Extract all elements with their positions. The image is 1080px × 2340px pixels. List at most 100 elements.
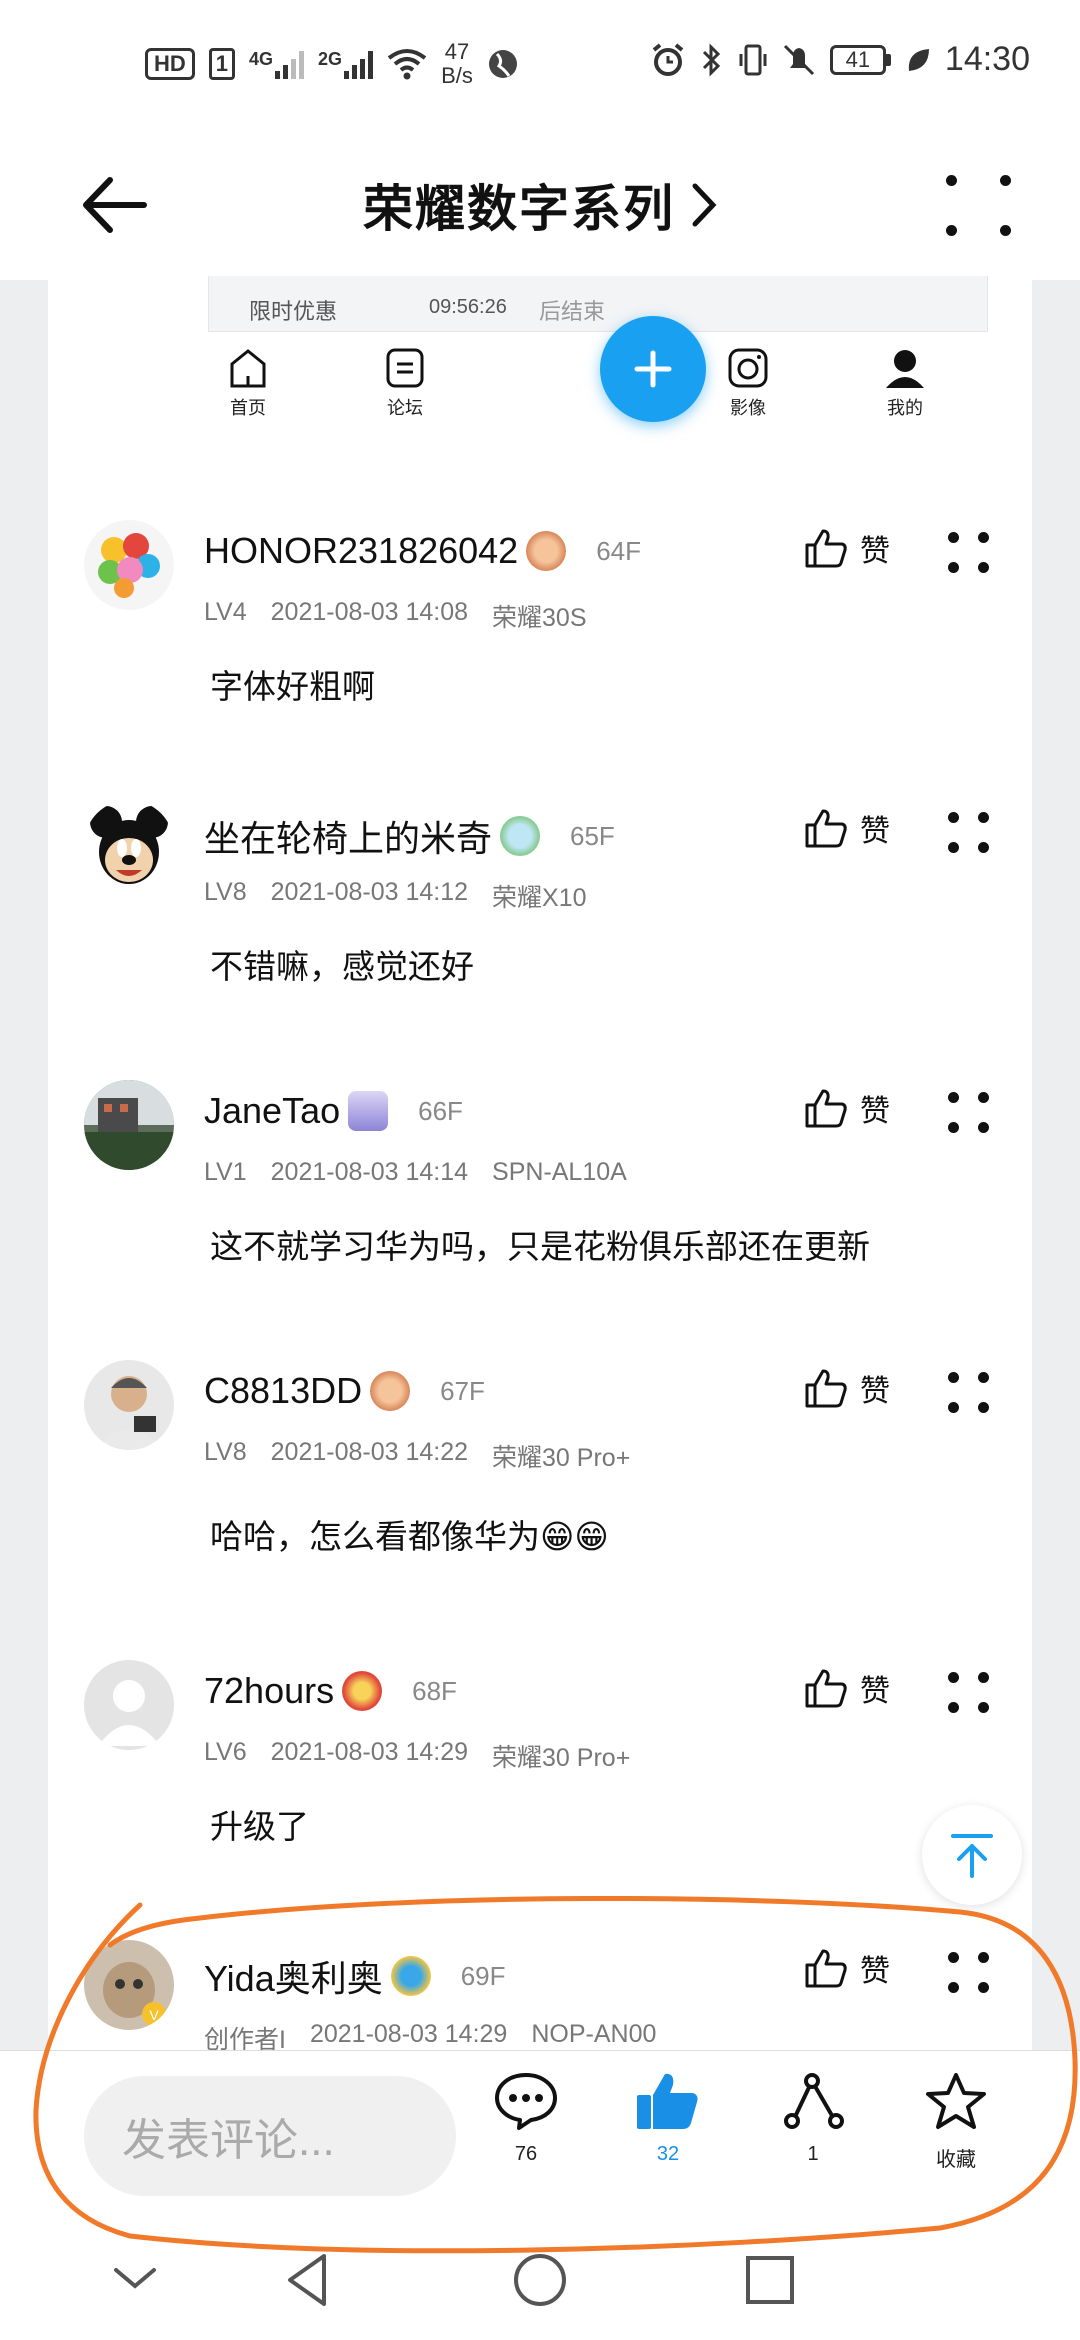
comment-text: 这不就学习华为吗，只是花粉俱乐部还在更新 [210,1228,870,1265]
comment-meta: LV8 2021-08-03 14:12 荣耀X10 [204,878,587,914]
username[interactable]: Yida奥利奥 [204,1950,383,2002]
nav-recents-icon[interactable] [740,2250,800,2310]
user-level: LV8 [204,878,247,906]
like-button[interactable]: 赞 [804,1666,890,1710]
username[interactable]: HONOR231826042 [204,530,518,572]
comment-more-button[interactable] [944,528,994,578]
nav-home-icon[interactable] [510,2250,570,2310]
more-dots-icon [940,165,1020,245]
username[interactable]: 72hours [204,1670,334,1712]
likes-count: 32 [656,2143,680,2165]
thumbs-up-filled-icon [637,2073,698,2129]
floor-number: 68F [412,1675,457,1706]
floor-number: 66F [418,1095,463,1126]
comment-bubble-icon [495,2073,557,2130]
device-name: 荣耀X10 [492,884,587,912]
star-icon [926,2073,986,2129]
device-name: NOP-AN00 [531,2020,657,2048]
comment-item: V Yida奥利奥 69F 创作者I 2021-08-03 14:29 NOP-… [48,1940,1032,2050]
clock: 14:30 [944,40,1030,78]
share-icon [784,2073,844,2129]
comment-meta: LV6 2021-08-03 14:29 荣耀30 Pro+ [204,1738,630,1774]
chevron-right-icon [692,183,717,227]
more-options-button[interactable] [940,165,1020,245]
username[interactable]: 坐在轮椅上的米奇 [204,810,492,862]
like-button[interactable]: 赞 [804,1366,890,1410]
medal-badge-icon [500,816,541,856]
nav-back-icon[interactable] [282,2250,332,2310]
favorite-button[interactable]: 收藏 [901,2071,1011,2172]
comment-meta: LV4 2021-08-03 14:08 荣耀30S [204,598,587,634]
comment-more-button[interactable] [944,1948,994,1998]
like-label: 赞 [860,1675,890,1708]
camera-icon [728,348,768,388]
comment-user-row: JaneTao 66F [204,1090,463,1132]
more-dots-icon [944,1668,994,1718]
comment-meta: 创作者I 2021-08-03 14:29 NOP-AN00 [204,2020,656,2050]
like-button[interactable]: 赞 [804,1086,890,1130]
avatar[interactable] [84,800,174,890]
scroll-to-top-button[interactable] [922,1805,1022,1905]
comment-more-button[interactable] [944,1668,994,1718]
share-button[interactable]: 1 [758,2071,868,2166]
wifi-icon [387,49,427,80]
comments-button[interactable]: 76 [471,2071,581,2166]
thumbs-up-icon [805,1669,847,1708]
sim-icon: 1 [208,48,236,80]
thumbs-up-icon [805,1369,847,1408]
bluetooth-icon [702,42,721,77]
comment-item: C8813DD 67F LV8 2021-08-03 14:22 荣耀30 Pr… [48,1360,1032,1630]
like-label: 赞 [860,1375,890,1408]
comment-more-button[interactable] [944,808,994,858]
system-nav-bar [0,2220,1080,2340]
comment-user-row: HONOR231826042 64F [204,530,641,572]
like-label: 赞 [860,815,890,848]
username[interactable]: JaneTao [204,1090,340,1132]
medal-badge-icon [370,1371,411,1411]
comment-input[interactable]: 发表评论... [84,2076,456,2196]
like-button[interactable]: 赞 [804,806,890,850]
arrow-up-icon [951,1834,993,1878]
username[interactable]: C8813DD [204,1370,362,1412]
more-dots-icon [944,1948,994,1998]
device-name: 荣耀30 Pro+ [492,1744,631,1772]
title-link[interactable]: 荣耀数字系列 [0,160,1080,250]
more-dots-icon [944,528,994,578]
thumbs-up-icon [805,809,847,848]
user-level: 创作者I [204,2026,286,2050]
like-post-button[interactable]: 32 [613,2071,723,2166]
hide-keyboard-icon[interactable] [110,2250,160,2310]
avatar[interactable] [84,520,174,610]
like-button[interactable]: 赞 [804,1946,890,1990]
comments-count: 76 [514,2143,538,2165]
embedded-nav-forum: 论坛 [355,346,455,420]
vibrate-icon [739,44,767,75]
avatar[interactable]: V [84,1940,174,2030]
medal-badge-icon [348,1091,389,1131]
comment-item: 坐在轮椅上的米奇 65F LV8 2021-08-03 14:12 荣耀X10 … [48,800,1032,1070]
embedded-fab [600,316,706,422]
battery-icon: 41 [829,44,891,75]
comment-time: 2021-08-03 14:29 [309,2020,508,2048]
user-level: LV6 [204,1738,247,1766]
comment-more-button[interactable] [944,1088,994,1138]
avatar[interactable] [84,1660,174,1750]
promo-label: 限时优惠 [249,300,338,325]
alarm-icon [652,42,684,76]
default-avatar-icon [98,1680,160,1746]
shares-count: 1 [807,2143,819,2165]
like-button[interactable]: 赞 [804,526,890,570]
avatar[interactable] [84,1360,174,1450]
embedded-nav-camera: 影像 [698,346,798,420]
promo-countdown: 09:56:26 [429,296,507,318]
network-speed: 47 B/s [441,39,473,88]
comment-more-button[interactable] [944,1368,994,1418]
avatar[interactable] [84,1080,174,1170]
floor-number: 67F [440,1375,485,1406]
mute-bell-icon [783,44,814,75]
floor-number: 65F [570,820,615,851]
medal-badge-icon [342,1671,383,1711]
comment-text: 不错嘛，感觉还好 [210,948,474,985]
thumbs-up-icon [805,1949,847,1988]
sim1-signal: 4G [249,49,305,79]
